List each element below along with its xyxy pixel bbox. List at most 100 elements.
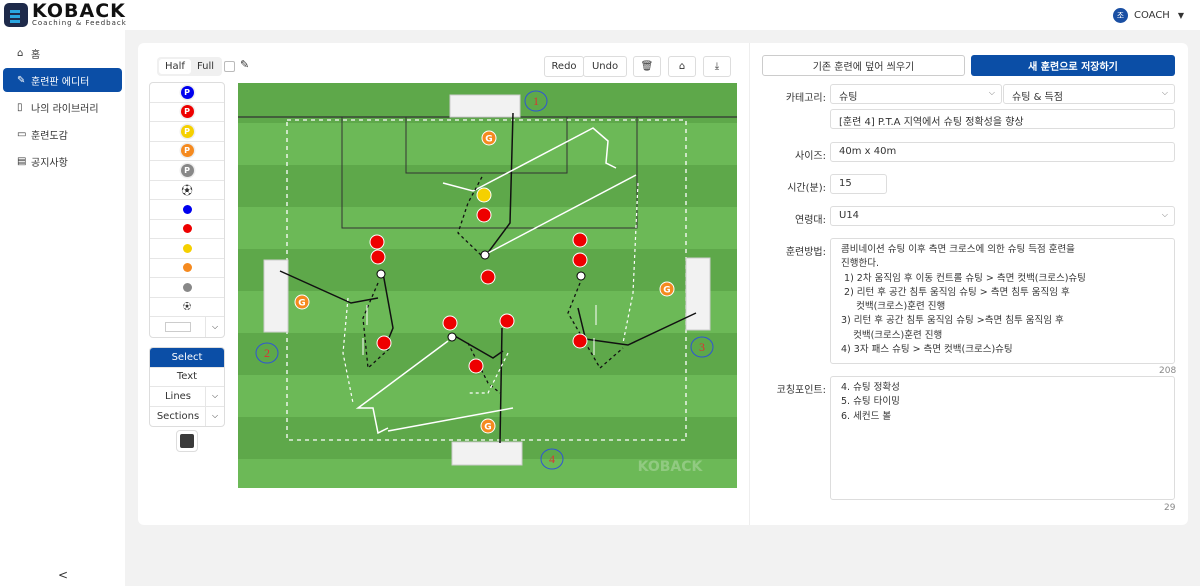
category-value: 슈팅 <box>839 92 858 103</box>
coaching-textarea[interactable]: 4. 슈팅 정확성 5. 슈팅 타이밍 6. 세컨드 볼 <box>830 376 1175 500</box>
goalkeeper-label: G <box>484 423 491 433</box>
palette-equipment-select[interactable]: ⌵ <box>150 317 224 337</box>
logo[interactable]: KOBACK Coaching & Feedback <box>4 2 127 27</box>
dot-icon <box>182 263 192 273</box>
goal-bottom <box>451 441 523 466</box>
sidebar-item-notice[interactable]: ▤ 공지사항 <box>3 149 122 173</box>
download-icon: ⤓ <box>714 61 720 72</box>
title-input[interactable]: [훈련 4] P.T.A 지역에서 슈팅 정확성을 향상 <box>830 109 1175 129</box>
dot-icon <box>182 282 192 292</box>
book-icon: ▯ <box>17 101 23 113</box>
palette-red-player[interactable]: P <box>150 103 224 122</box>
eraser-icon: ⌂ <box>678 61 686 72</box>
palette-orange-player[interactable]: P <box>150 142 224 161</box>
station-number: 1 <box>533 94 539 108</box>
clear-button[interactable]: ⌂ <box>668 56 696 77</box>
chevron-down-icon[interactable]: ⌵ <box>205 406 224 426</box>
palette-red-dot[interactable] <box>150 220 224 239</box>
ball <box>576 271 586 281</box>
user-name: COACH <box>1133 10 1170 21</box>
sidebar-item-home[interactable]: ⌂ 홈 <box>3 41 122 65</box>
text-tool[interactable]: Text <box>150 368 224 387</box>
subcategory-select[interactable]: 슈팅 & 득점 ⌵ <box>1003 84 1175 104</box>
sidebar-item-encyclopedia[interactable]: ▭ 훈련도감 <box>3 122 122 146</box>
size-input[interactable]: 40m x 40m <box>830 142 1175 162</box>
ball <box>376 269 386 279</box>
time-label: 시간(분): <box>787 183 826 194</box>
ball-icon: ⚽︎ <box>181 183 193 197</box>
palette-gray-dot[interactable] <box>150 278 224 298</box>
half-button[interactable]: Half <box>159 59 191 74</box>
delete-button[interactable]: 🗑︎ <box>633 56 661 77</box>
red-player <box>572 333 588 349</box>
player-token: P <box>180 163 194 177</box>
download-button[interactable]: ⤓ <box>703 56 731 77</box>
time-input[interactable]: 15 <box>830 174 887 194</box>
method-textarea[interactable]: 콤비네이션 슈팅 이후 측면 크로스에 의한 슈팅 득점 훈련을 진행한다. 1… <box>830 238 1175 364</box>
chevron-down-icon: ⌵ <box>1161 210 1168 219</box>
full-button[interactable]: Full <box>191 59 220 74</box>
logo-subtitle: Coaching & Feedback <box>32 19 127 27</box>
dot-icon <box>182 224 192 234</box>
save-new-button[interactable]: 새 훈련으로 저장하기 <box>971 55 1175 76</box>
overwrite-button[interactable]: 기존 훈련에 덮어 씌우기 <box>762 55 965 76</box>
sidebar-item-label: 홈 <box>31 49 41 61</box>
red-player <box>370 249 386 265</box>
red-player <box>376 335 392 351</box>
open-book-icon: ▭ <box>17 128 27 140</box>
sidebar-item-library[interactable]: ▯ 나의 라이브러리 <box>3 95 122 119</box>
element-palette: P P P P P ⚽︎ ⚽︎ ⌵ <box>149 82 225 338</box>
station-number: 2 <box>264 346 270 360</box>
method-char-count: 208 <box>1159 366 1177 376</box>
ball-icon: ⚽︎ <box>183 302 191 312</box>
palette-blue-player[interactable]: P <box>150 83 224 103</box>
goal-right <box>685 257 711 331</box>
goalkeeper-label: G <box>298 299 305 309</box>
equipment-preview <box>165 321 191 332</box>
yellow-player <box>476 187 492 203</box>
dot-icon <box>182 204 192 214</box>
home-icon: ⌂ <box>17 47 24 59</box>
player-token: P <box>180 144 194 158</box>
trash-icon: 🗑︎ <box>640 61 654 72</box>
undo-button[interactable]: Undo <box>583 56 627 77</box>
age-label: 연령대: <box>795 215 826 226</box>
coaching-char-count: 29 <box>1164 503 1176 513</box>
goal-left <box>263 259 289 333</box>
palette-small-ball[interactable]: ⚽︎ <box>150 298 224 317</box>
chevron-down-icon: ⌵ <box>988 88 995 97</box>
field-size-toggle: Half Full <box>157 57 223 76</box>
sections-tool[interactable]: Sections ⌵ <box>150 406 224 426</box>
palette-ball[interactable]: ⚽︎ <box>150 181 224 200</box>
chevron-down-icon[interactable]: ⌵ <box>205 317 224 337</box>
palette-yellow-dot[interactable] <box>150 239 224 259</box>
pen-icon[interactable]: ✎ <box>240 58 249 71</box>
age-value: U14 <box>839 210 860 221</box>
palette-yellow-player[interactable]: P <box>150 122 224 142</box>
subcategory-value: 슈팅 & 득점 <box>1012 92 1063 103</box>
lines-label: Lines <box>164 390 192 402</box>
palette-gray-player[interactable]: P <box>150 161 224 181</box>
draw-checkbox[interactable] <box>224 61 235 72</box>
divider <box>749 43 750 525</box>
collapse-sidebar-button[interactable]: < <box>58 568 68 582</box>
age-select[interactable]: U14 ⌵ <box>830 206 1175 226</box>
method-label: 훈련방법: <box>785 247 826 258</box>
palette-orange-dot[interactable] <box>150 259 224 278</box>
color-fill <box>180 434 194 448</box>
lines-tool[interactable]: Lines ⌵ <box>150 387 224 407</box>
category-select[interactable]: 슈팅 ⌵ <box>830 84 1002 104</box>
sidebar: ⌂ 홈 ✎ 훈련판 에디터 ▯ 나의 라이브러리 ▭ 훈련도감 ▤ 공지사항 < <box>0 30 125 586</box>
redo-button[interactable]: Redo <box>544 56 584 77</box>
sidebar-item-label: 훈련판 에디터 <box>31 76 90 88</box>
ball <box>447 332 457 342</box>
sidebar-item-editor[interactable]: ✎ 훈련판 에디터 <box>3 68 122 92</box>
user-menu[interactable]: 조 COACH ▼ <box>1112 8 1184 23</box>
red-player <box>468 358 484 374</box>
chevron-down-icon[interactable]: ⌵ <box>205 387 224 406</box>
select-tool[interactable]: Select <box>150 348 224 368</box>
pen-color-swatch[interactable] <box>176 430 198 452</box>
palette-blue-dot[interactable] <box>150 200 224 220</box>
training-pitch[interactable]: G G G G 1 2 3 4 KOBACK <box>238 83 737 488</box>
dot-icon <box>182 243 192 253</box>
